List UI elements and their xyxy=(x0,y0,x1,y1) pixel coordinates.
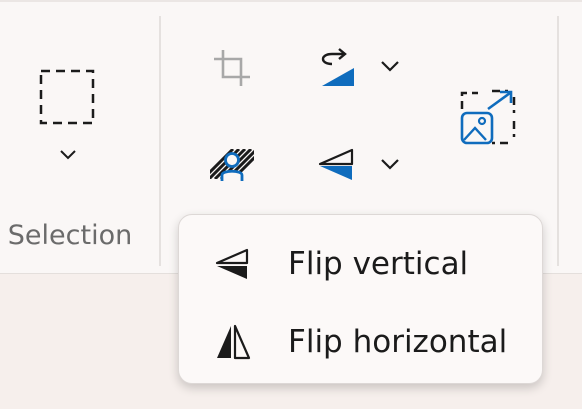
menu-item-flip-horizontal[interactable]: Flip horizontal xyxy=(179,311,542,373)
flip-vertical-icon xyxy=(318,148,354,180)
menu-item-label: Flip vertical xyxy=(288,246,469,282)
flip-horizontal-icon xyxy=(217,324,251,360)
dashed-rectangle-icon xyxy=(39,69,95,125)
group-divider xyxy=(557,16,559,266)
selection-dropdown-button[interactable] xyxy=(48,140,88,170)
chevron-down-icon xyxy=(381,159,399,170)
rotate-dropdown-button[interactable] xyxy=(372,52,408,80)
resize-image-button[interactable] xyxy=(452,82,524,152)
crop-icon xyxy=(214,50,250,86)
rotate-button[interactable] xyxy=(308,40,364,96)
crop-button[interactable] xyxy=(200,40,264,96)
flip-dropdown-button[interactable] xyxy=(372,150,408,178)
flip-menu: Flip vertical Flip horizontal xyxy=(178,214,543,384)
menu-item-flip-vertical[interactable]: Flip vertical xyxy=(179,233,542,295)
rotate-icon xyxy=(321,48,354,86)
selection-button[interactable] xyxy=(22,52,112,142)
chevron-down-icon xyxy=(60,150,76,160)
chevron-down-icon xyxy=(381,61,399,72)
resize-image-icon xyxy=(460,89,516,145)
flip-button[interactable] xyxy=(308,136,364,192)
menu-item-label: Flip horizontal xyxy=(288,324,508,360)
selection-group-label: Selection xyxy=(7,220,133,251)
group-divider xyxy=(159,16,161,266)
remove-background-button[interactable] xyxy=(202,137,262,193)
flip-vertical-icon xyxy=(215,248,249,279)
remove-background-icon xyxy=(210,149,254,181)
